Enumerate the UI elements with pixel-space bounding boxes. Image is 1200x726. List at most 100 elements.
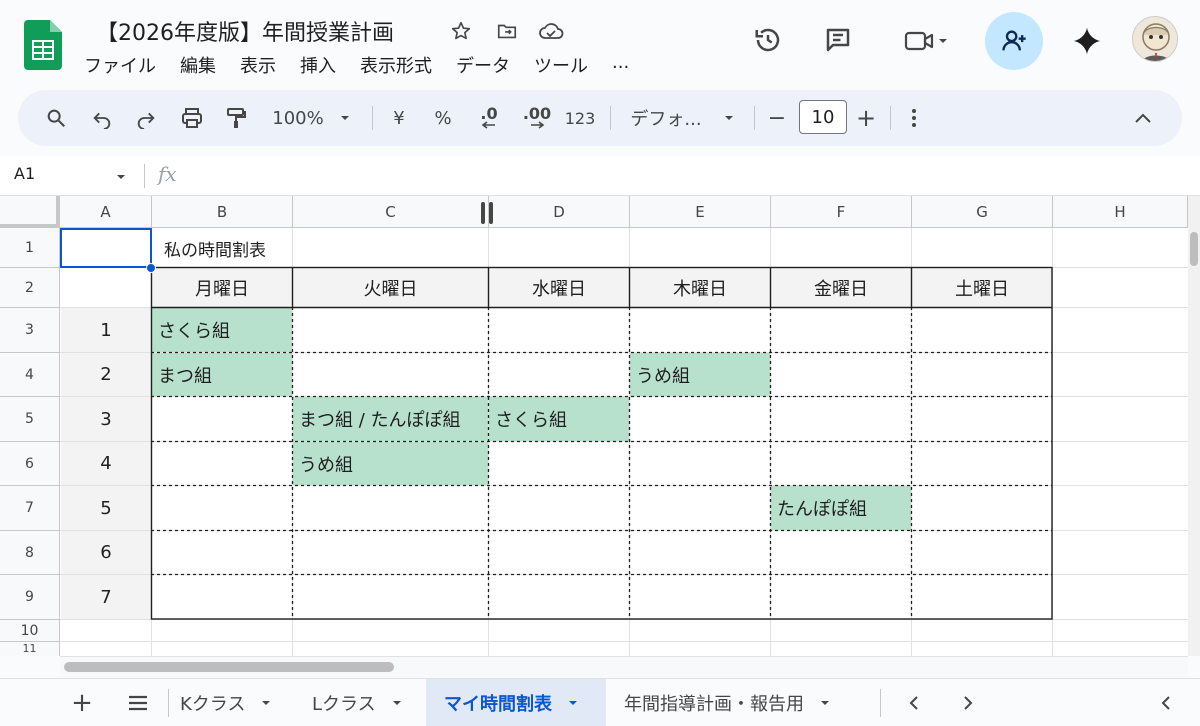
app-header: 【2026年度版】年間授業計画 ファイル 編集 表示 挿入 表示形式 データ ツ… — [0, 0, 1200, 88]
sheets-app: 【2026年度版】年間授業計画 ファイル 編集 表示 挿入 表示形式 データ ツ… — [0, 0, 1200, 726]
vertical-scrollbar[interactable] — [1188, 196, 1200, 656]
row-header-11[interactable]: 11 — [0, 642, 60, 656]
menu-more[interactable]: ... — [612, 52, 629, 78]
comments-icon[interactable] — [820, 22, 856, 58]
column-header-f[interactable]: F — [771, 196, 912, 228]
name-box[interactable]: A1 — [14, 164, 35, 183]
menu-bar: ファイル 編集 表示 挿入 表示形式 データ ツール ... — [84, 52, 653, 78]
meet-button[interactable] — [896, 24, 958, 58]
decrease-decimal-button[interactable]: .0 — [472, 90, 506, 146]
video-camera-icon — [904, 31, 934, 51]
sheet-tab-k[interactable]: Kクラス — [180, 679, 290, 726]
more-formats-button[interactable]: 123 — [562, 90, 598, 146]
gemini-icon[interactable] — [1068, 22, 1106, 60]
column-header-d[interactable]: D — [489, 196, 630, 228]
formula-divider — [144, 164, 145, 188]
column-header-h[interactable]: H — [1053, 196, 1188, 228]
chevron-down-icon — [262, 701, 271, 705]
spreadsheet-grid: 月曜日 火曜日 水曜日 木曜日 金曜日 土曜日 1 2 3 4 5 6 7 さく… — [0, 196, 1188, 656]
increase-decimal-button[interactable]: .00 — [518, 90, 556, 146]
star-icon[interactable] — [448, 18, 474, 44]
collapse-toolbar-icon[interactable] — [1128, 90, 1158, 146]
menu-insert[interactable]: 挿入 — [300, 52, 336, 78]
document-title[interactable]: 【2026年度版】年間授業計画 — [96, 15, 394, 47]
chevron-down-icon — [340, 116, 349, 120]
horizontal-scroll-thumb[interactable] — [64, 662, 394, 672]
row-header-4[interactable]: 4 — [0, 353, 60, 397]
zoom-value: 100% — [272, 107, 324, 129]
selection-handle[interactable] — [146, 263, 156, 273]
arrow-left-icon — [481, 121, 495, 129]
chevron-down-icon — [939, 39, 947, 43]
chevron-down-icon — [569, 701, 577, 705]
column-header-b[interactable]: B — [152, 196, 293, 228]
row-header-9[interactable]: 9 — [0, 575, 60, 620]
column-header-a[interactable]: A — [60, 196, 152, 228]
side-panel-toggle-icon[interactable] — [1152, 679, 1180, 726]
sheet-tab-my-timetable[interactable]: マイ時間割表 — [426, 679, 606, 726]
menu-tools[interactable]: ツール — [534, 52, 588, 78]
column-resize-handle[interactable] — [481, 202, 495, 224]
menu-view[interactable]: 表示 — [240, 52, 276, 78]
undo-icon[interactable] — [86, 90, 118, 146]
timetable-borders — [150, 266, 1053, 620]
decrease-font-size-button[interactable]: − — [764, 90, 790, 146]
row-header-8[interactable]: 8 — [0, 531, 60, 575]
sheets-logo-icon[interactable] — [24, 20, 62, 70]
select-all-corner[interactable] — [0, 196, 60, 228]
scroll-tabs-right-icon[interactable] — [954, 679, 982, 726]
scroll-tabs-left-icon[interactable] — [900, 679, 928, 726]
version-history-icon[interactable] — [750, 22, 786, 58]
column-header-e[interactable]: E — [630, 196, 771, 228]
font-family-value: デフォ... — [630, 109, 702, 130]
format-percent-button[interactable]: % — [428, 90, 458, 146]
menu-format[interactable]: 表示形式 — [360, 52, 432, 78]
chevron-down-icon[interactable] — [114, 170, 128, 184]
sheet-tabs-bar: + Kクラス Lクラス マイ時間割表 年間指導計画・報告用 — [0, 678, 1200, 726]
add-sheet-icon[interactable]: + — [66, 679, 98, 726]
format-currency-button[interactable]: ¥ — [384, 90, 414, 146]
share-button[interactable] — [985, 12, 1043, 70]
redo-icon[interactable] — [130, 90, 162, 146]
increase-font-size-button[interactable]: + — [854, 90, 878, 146]
toolbar-divider — [890, 106, 891, 130]
account-avatar[interactable] — [1132, 16, 1178, 62]
print-icon[interactable] — [176, 90, 208, 146]
horizontal-scrollbar[interactable] — [60, 656, 1188, 678]
chevron-down-icon — [821, 701, 829, 705]
search-menus-icon[interactable] — [38, 90, 74, 146]
menu-edit[interactable]: 編集 — [180, 52, 216, 78]
toolbar-divider — [610, 106, 611, 130]
move-to-folder-icon[interactable] — [494, 18, 520, 44]
cloud-saved-icon[interactable] — [538, 18, 564, 44]
sheet-tab-annual-plan[interactable]: 年間指導計画・報告用 — [624, 679, 860, 726]
arrow-right-icon — [531, 121, 545, 129]
font-size-input[interactable]: 10 — [799, 100, 847, 134]
vertical-scroll-thumb[interactable] — [1190, 232, 1198, 266]
font-family-select[interactable]: デフォ... — [624, 90, 742, 146]
row-header-1[interactable]: 1 — [0, 228, 60, 268]
row-header-5[interactable]: 5 — [0, 397, 60, 442]
fx-icon: fx — [158, 162, 177, 186]
sheet-tab-l[interactable]: Lクラス — [312, 679, 422, 726]
column-header-c[interactable]: C — [293, 196, 489, 228]
column-header-g[interactable]: G — [912, 196, 1053, 228]
row-header-3[interactable]: 3 — [0, 308, 60, 353]
row-header-2[interactable]: 2 — [0, 268, 60, 308]
tab-divider — [168, 689, 169, 717]
add-person-icon — [1002, 30, 1026, 51]
paint-format-icon[interactable] — [220, 90, 252, 146]
more-options-icon[interactable] — [902, 90, 926, 146]
menu-file[interactable]: ファイル — [84, 52, 156, 78]
formula-bar: A1 fx — [0, 156, 1200, 196]
cell-selection[interactable] — [60, 228, 152, 268]
row-header-7[interactable]: 7 — [0, 486, 60, 531]
zoom-select[interactable]: 100% — [266, 90, 358, 146]
formula-input[interactable] — [196, 162, 1176, 190]
chevron-down-icon — [392, 701, 401, 705]
row-header-6[interactable]: 6 — [0, 442, 60, 486]
chevron-down-icon — [724, 116, 733, 120]
menu-data[interactable]: データ — [456, 52, 510, 78]
row-header-10[interactable]: 10 — [0, 620, 60, 642]
all-sheets-icon[interactable] — [122, 679, 154, 726]
